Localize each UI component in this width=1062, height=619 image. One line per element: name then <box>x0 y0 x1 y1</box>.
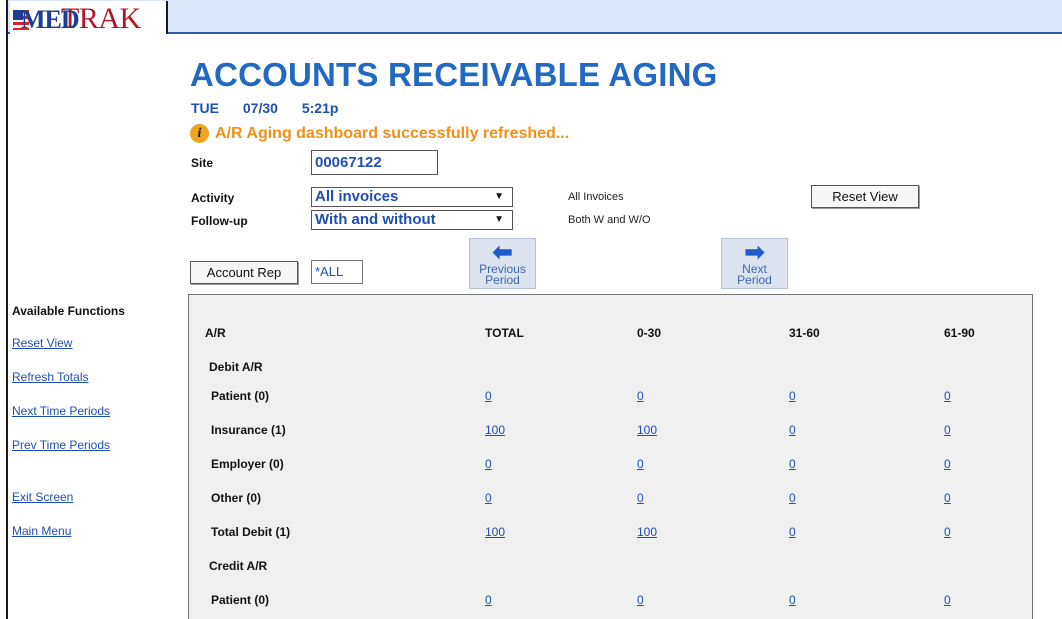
credit-label: Credit A/R <box>209 559 268 573</box>
next-time-periods-link[interactable]: Next Time Periods <box>12 404 172 438</box>
top-bar: MED TRAK <box>8 0 1062 34</box>
prev-time-periods-link[interactable]: Prev Time Periods <box>12 438 172 472</box>
value-link[interactable]: 0 <box>637 457 644 471</box>
date-label: 07/30 <box>242 100 278 116</box>
arrow-right-icon: ➡ <box>744 239 765 266</box>
table-row: Total Debit (1) 100 100 0 0 <box>189 525 1034 559</box>
account-rep-button[interactable]: Account Rep <box>190 261 298 284</box>
followup-select-value: With and without <box>315 211 436 228</box>
available-functions-panel: Available Functions Reset View Refresh T… <box>12 304 172 558</box>
value-link[interactable]: 0 <box>944 525 951 539</box>
activity-select[interactable]: All invoices ▼ <box>311 187 513 207</box>
reset-view-button[interactable]: Reset View <box>811 185 919 208</box>
row-label: Patient (0) <box>211 389 270 403</box>
logo-med-text: MED <box>21 5 80 34</box>
value-link[interactable]: 0 <box>637 593 644 607</box>
value-link[interactable]: 0 <box>789 389 796 403</box>
medtrak-logo: MED TRAK <box>10 1 168 34</box>
main-menu-link[interactable]: Main Menu <box>12 524 172 558</box>
value-link[interactable]: 0 <box>789 457 796 471</box>
value-link[interactable]: 100 <box>637 525 657 539</box>
header-ar: A/R <box>205 326 226 340</box>
dropdown-arrow-icon: ▼ <box>494 214 504 225</box>
row-label: Other (0) <box>211 491 262 505</box>
value-link[interactable]: 0 <box>944 389 951 403</box>
date-time-bar: TUE 07/30 5:21p <box>191 100 358 116</box>
row-label: Patient (0) <box>211 593 270 607</box>
value-link[interactable]: 100 <box>485 423 505 437</box>
row-label: Total Debit (1) <box>211 525 291 539</box>
followup-select[interactable]: With and without ▼ <box>311 210 513 230</box>
available-functions-title: Available Functions <box>12 304 125 318</box>
page-title: ACCOUNTS RECEIVABLE AGING <box>190 56 718 93</box>
value-link[interactable]: 0 <box>485 593 492 607</box>
logo-mark: MED <box>13 6 80 33</box>
info-icon: i <box>190 124 209 143</box>
value-link[interactable]: 100 <box>637 423 657 437</box>
value-link[interactable]: 0 <box>485 389 492 403</box>
refresh-totals-link[interactable]: Refresh Totals <box>12 370 172 404</box>
ar-aging-table: A/R TOTAL 0-30 31-60 61-90 Debit A/R Pat… <box>188 294 1033 619</box>
exit-screen-link[interactable]: Exit Screen <box>12 490 172 524</box>
value-link[interactable]: 0 <box>944 423 951 437</box>
row-label: Insurance (1) <box>211 423 286 437</box>
status-message-text: A/R Aging dashboard successfully refresh… <box>215 124 570 142</box>
header-31-60: 31-60 <box>789 326 820 340</box>
reset-view-link[interactable]: Reset View <box>12 336 172 370</box>
value-link[interactable]: 0 <box>944 491 951 505</box>
time-label: 5:21p <box>301 100 339 116</box>
previous-period-label-2: Period <box>485 273 520 287</box>
activity-hint: All Invoices <box>568 191 624 203</box>
value-link[interactable]: 0 <box>944 457 951 471</box>
site-input[interactable]: 00067122 <box>311 150 438 175</box>
site-label: Site <box>191 156 214 170</box>
arrow-left-icon: ⬅ <box>492 239 513 266</box>
previous-period-button[interactable]: ⬅ Previous Period <box>469 238 536 289</box>
activity-select-value: All invoices <box>315 188 399 205</box>
value-link[interactable]: 0 <box>789 593 796 607</box>
header-total: TOTAL <box>485 326 524 340</box>
row-label: Employer (0) <box>211 457 284 471</box>
value-link[interactable]: 0 <box>789 423 796 437</box>
value-link[interactable]: 100 <box>485 525 505 539</box>
dropdown-arrow-icon: ▼ <box>494 191 504 202</box>
account-rep-input[interactable]: *ALL <box>311 260 363 284</box>
table-row: Insurance (1) 100 100 0 0 <box>189 423 1034 457</box>
day-label: TUE <box>191 100 219 116</box>
value-link[interactable]: 0 <box>789 491 796 505</box>
next-period-button[interactable]: ➡ Next Period <box>721 238 788 289</box>
header-0-30: 0-30 <box>637 326 662 340</box>
value-link[interactable]: 0 <box>637 389 644 403</box>
value-link[interactable]: 0 <box>637 491 644 505</box>
table-row: Patient (0) 0 0 0 0 <box>189 593 1034 619</box>
table-row: Employer (0) 0 0 0 0 <box>189 457 1034 491</box>
followup-label: Follow-up <box>191 214 248 228</box>
followup-hint: Both W and W/O <box>568 214 651 226</box>
table-header-row: A/R TOTAL 0-30 31-60 61-90 <box>189 326 1034 360</box>
value-link[interactable]: 0 <box>789 525 796 539</box>
activity-label: Activity <box>191 191 235 205</box>
status-message: i A/R Aging dashboard successfully refre… <box>190 124 569 143</box>
debit-label: Debit A/R <box>209 360 263 374</box>
table-row: Patient (0) 0 0 0 0 <box>189 389 1034 423</box>
next-period-label-2: Period <box>737 273 772 287</box>
credit-section-label: Credit A/R <box>189 559 1034 593</box>
value-link[interactable]: 0 <box>944 593 951 607</box>
table-row: Other (0) 0 0 0 0 <box>189 491 1034 525</box>
header-61-90: 61-90 <box>944 326 975 340</box>
value-link[interactable]: 0 <box>485 491 492 505</box>
value-link[interactable]: 0 <box>485 457 492 471</box>
